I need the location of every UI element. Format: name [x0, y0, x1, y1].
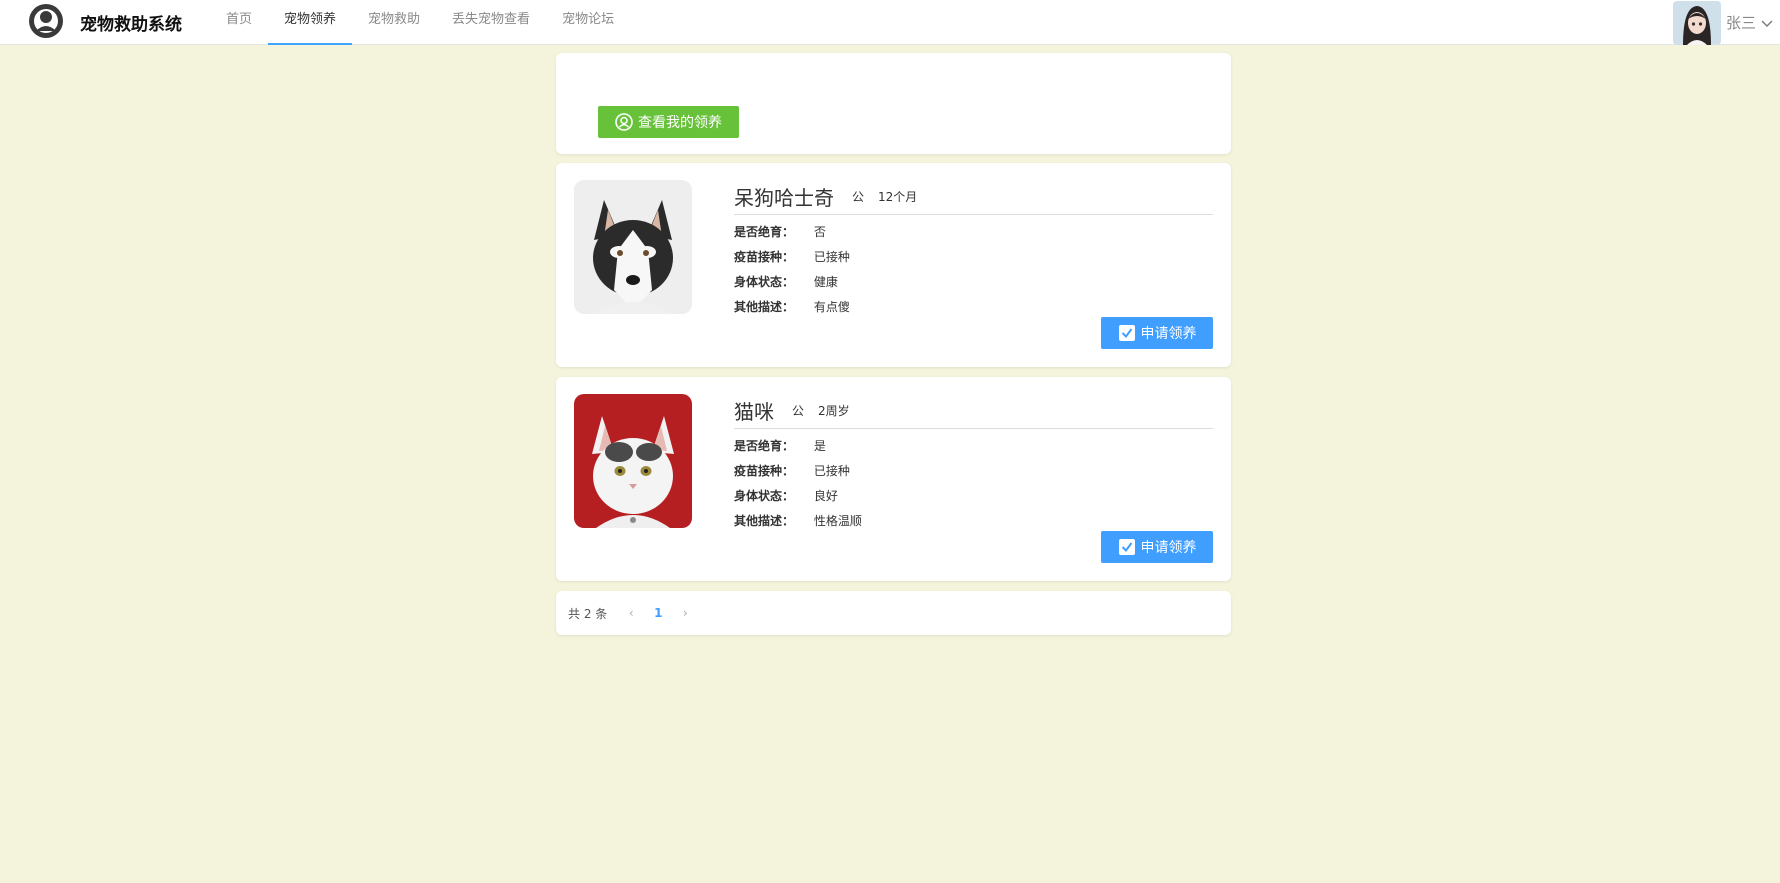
info-value: 是	[813, 439, 826, 453]
info-label: 是否绝育：	[734, 439, 795, 453]
apply-adoption-label: 申请领养	[1140, 326, 1197, 342]
nav-pet-forum[interactable]: 宠物论坛	[546, 0, 630, 45]
nav-home[interactable]: 首页	[210, 0, 268, 45]
user-name: 张三	[1725, 14, 1756, 32]
apply-adoption-button[interactable]: 申请领养	[1101, 531, 1213, 563]
info-value: 健康	[813, 275, 838, 289]
info-value: 否	[813, 225, 826, 239]
pet-name: 呆狗哈士奇	[734, 186, 834, 210]
info-value: 良好	[813, 489, 838, 503]
info-label: 其他描述：	[734, 300, 795, 314]
info-row-health: 身体状态： 健康	[734, 273, 838, 290]
info-value: 已接种	[813, 464, 850, 478]
info-label: 身体状态：	[734, 275, 795, 289]
page-number-1[interactable]: 1	[641, 606, 675, 620]
pet-photo-husky	[574, 180, 692, 314]
main-nav: 首页 宠物领养 宠物救助 丢失宠物查看 宠物论坛	[210, 0, 630, 45]
view-my-adoption-button[interactable]: 查看我的领养	[598, 106, 739, 138]
info-row-description: 其他描述： 性格温顺	[734, 512, 862, 529]
info-label: 疫苗接种：	[734, 464, 795, 478]
info-label: 身体状态：	[734, 489, 795, 503]
app-title: 宠物救助系统	[80, 15, 182, 35]
pet-photo-cat	[574, 394, 692, 528]
checkbox-icon	[1118, 325, 1135, 341]
pet-name: 猫咪	[734, 400, 774, 424]
info-row-sterilized: 是否绝育： 否	[734, 223, 826, 240]
info-label: 疫苗接种：	[734, 250, 795, 264]
top-navigation-bar: 宠物救助系统 首页 宠物领养 宠物救助 丢失宠物查看 宠物论坛 张三	[0, 0, 1780, 45]
pet-gender: 公	[792, 404, 805, 418]
nav-lost-pets[interactable]: 丢失宠物查看	[436, 0, 546, 45]
pet-age: 2周岁	[818, 404, 850, 418]
pet-header: 呆狗哈士奇 公 12个月	[734, 179, 1213, 215]
info-row-sterilized: 是否绝育： 是	[734, 437, 826, 454]
apply-adoption-label: 申请领养	[1140, 540, 1197, 556]
pagination: 共 2 条 ‹ 1 ›	[556, 591, 1231, 635]
avatar[interactable]	[1672, 0, 1721, 45]
info-row-description: 其他描述： 有点傻	[734, 298, 850, 315]
view-my-adoption-label: 查看我的领养	[638, 115, 722, 131]
search-user-icon	[615, 113, 633, 131]
checkbox-icon	[1118, 539, 1135, 555]
info-row-vaccination: 疫苗接种： 已接种	[734, 248, 850, 265]
user-menu[interactable]: 张三	[1672, 0, 1774, 45]
pet-logo-icon	[29, 4, 63, 38]
info-row-vaccination: 疫苗接种： 已接种	[734, 462, 850, 479]
apply-adoption-button[interactable]: 申请领养	[1101, 317, 1213, 349]
info-label: 其他描述：	[734, 514, 795, 528]
nav-pet-rescue[interactable]: 宠物救助	[352, 0, 436, 45]
info-value: 已接种	[813, 250, 850, 264]
action-panel: 查看我的领养	[556, 53, 1231, 154]
info-value: 有点傻	[813, 300, 850, 314]
pet-gender: 公	[852, 190, 865, 204]
prev-page-button[interactable]: ‹	[621, 606, 641, 620]
next-page-button[interactable]: ›	[675, 606, 695, 620]
pet-age: 12个月	[878, 190, 918, 204]
nav-pet-adoption[interactable]: 宠物领养	[268, 0, 353, 45]
pet-card: 呆狗哈士奇 公 12个月 是否绝育： 否 疫苗接种： 已接种 身体状态： 健康 …	[556, 163, 1231, 367]
info-label: 是否绝育：	[734, 225, 795, 239]
pet-header: 猫咪 公 2周岁	[734, 393, 1213, 429]
user-avatar-icon	[1672, 0, 1721, 45]
info-row-health: 身体状态： 良好	[734, 487, 838, 504]
pagination-total: 共 2 条	[568, 606, 608, 621]
info-value: 性格温顺	[813, 514, 862, 528]
pet-card: 猫咪 公 2周岁 是否绝育： 是 疫苗接种： 已接种 身体状态： 良好 其他描述…	[556, 377, 1231, 581]
chevron-down-icon	[1761, 20, 1773, 27]
